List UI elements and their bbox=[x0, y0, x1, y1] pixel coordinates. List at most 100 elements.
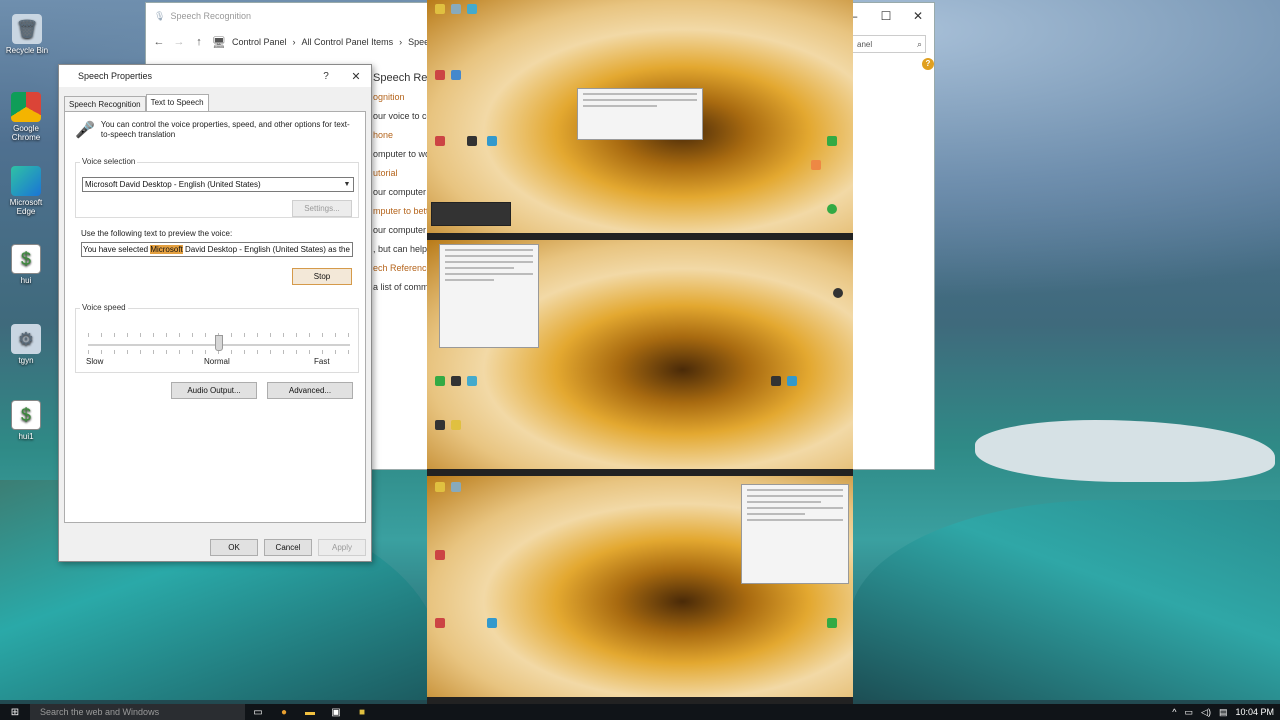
network-icon[interactable]: ▭ bbox=[1185, 707, 1194, 718]
recycle-bin-icon: 🗑 bbox=[12, 14, 42, 44]
desktop-hill-right bbox=[850, 500, 1280, 700]
desktop-icon-hui[interactable]: $ hui bbox=[1, 244, 51, 285]
desktop-icon-chrome[interactable]: Google Chrome bbox=[1, 92, 51, 142]
stop-button[interactable]: Stop bbox=[292, 268, 352, 285]
dialog-titlebar: Speech Properties ? ✕ bbox=[59, 65, 371, 87]
link-set-up-microphone[interactable]: hone bbox=[373, 126, 428, 145]
voice-speed-label: Voice speed bbox=[80, 303, 128, 312]
task-view-icon[interactable]: ▭ bbox=[245, 704, 271, 720]
content-heading: Speech Reco bbox=[373, 72, 428, 84]
desktop-icon-label: Microsoft Edge bbox=[9, 198, 43, 216]
spreadsheet-icon: $ bbox=[11, 400, 41, 430]
mini-taskbar bbox=[427, 697, 853, 704]
speed-fast-label: Fast bbox=[314, 357, 330, 366]
help-question-icon[interactable]: ? bbox=[311, 71, 341, 82]
store-icon[interactable]: ▣ bbox=[323, 704, 349, 720]
apply-button[interactable]: Apply bbox=[318, 539, 366, 556]
voice-select[interactable]: Microsoft David Desktop - English (Unite… bbox=[82, 177, 354, 192]
chevron-right-icon: › bbox=[399, 37, 403, 47]
app-icon bbox=[435, 376, 445, 386]
cancel-button[interactable]: Cancel bbox=[264, 539, 312, 556]
windows-start-icon[interactable]: ⊞ bbox=[0, 707, 30, 718]
chevron-up-icon[interactable]: ^ bbox=[1172, 707, 1176, 717]
app-icon bbox=[787, 376, 797, 386]
close-icon[interactable]: ✕ bbox=[341, 70, 371, 83]
app-icon bbox=[467, 136, 477, 146]
intro-text: You can control the voice properties, sp… bbox=[100, 120, 350, 139]
preview-text-input[interactable]: You have selected Microsoft David Deskto… bbox=[81, 242, 353, 257]
file-explorer-icon[interactable]: ▬ bbox=[297, 704, 323, 720]
advanced-button[interactable]: Advanced... bbox=[267, 382, 353, 399]
window-icon: 🎙 bbox=[154, 10, 166, 21]
microphone-icon: 🎤 bbox=[75, 122, 95, 139]
taskbar-app-icon[interactable]: ■ bbox=[349, 704, 375, 720]
text-to-speech-panel: 🎤 You can control the voice properties, … bbox=[64, 111, 366, 523]
clock[interactable]: 10:04 PM bbox=[1235, 707, 1274, 717]
spreadsheet-icon: $ bbox=[11, 244, 41, 274]
intro-section: 🎤 You can control the voice properties, … bbox=[75, 120, 355, 146]
taskbar-app-icon[interactable]: ● bbox=[271, 704, 297, 720]
close-icon[interactable]: ✕ bbox=[902, 9, 934, 23]
desktop-icon-label: hui1 bbox=[18, 432, 34, 441]
search-icon: ⌕ bbox=[916, 38, 922, 49]
app-icon bbox=[467, 376, 477, 386]
breadcrumb-all-items[interactable]: All Control Panel Items bbox=[302, 37, 394, 47]
desktop-icon-recycle-bin[interactable]: 🗑 Recycle Bin bbox=[2, 14, 52, 55]
maximize-icon[interactable]: ☐ bbox=[870, 9, 902, 23]
app-icon bbox=[451, 482, 461, 492]
dialog-title: Speech Properties bbox=[78, 71, 153, 81]
up-arrow-icon[interactable]: ↑ bbox=[192, 36, 206, 48]
app-icon bbox=[435, 482, 445, 492]
mini-dialog bbox=[439, 244, 539, 348]
search-input[interactable]: anel ⌕ bbox=[852, 35, 926, 53]
breadcrumb-control-panel[interactable]: Control Panel bbox=[232, 37, 287, 47]
edge-icon bbox=[11, 166, 41, 196]
speed-slider-thumb[interactable] bbox=[215, 335, 223, 351]
speech-properties-dialog: Speech Properties ? ✕ Speech Recognition… bbox=[58, 64, 372, 562]
app-icon bbox=[833, 288, 843, 298]
mini-dialog bbox=[741, 484, 849, 584]
desktop-lake bbox=[975, 420, 1275, 482]
desktop-icon-edge[interactable]: Microsoft Edge bbox=[1, 166, 51, 216]
tab-text-to-speech[interactable]: Text to Speech bbox=[145, 94, 209, 111]
window-title: Speech Recognition bbox=[170, 11, 251, 21]
link-speech-tutorial[interactable]: utorial bbox=[373, 164, 428, 183]
voice-selection-group: Voice selection Microsoft David Desktop … bbox=[75, 157, 359, 218]
volume-icon[interactable]: ◁) bbox=[1201, 707, 1211, 718]
speed-normal-label: Normal bbox=[204, 357, 230, 366]
link-description: our voice to contr bbox=[373, 111, 428, 121]
back-arrow-icon[interactable]: ← bbox=[152, 36, 166, 48]
tab-speech-recognition[interactable]: Speech Recognition bbox=[64, 96, 146, 111]
taskbar-search-input[interactable]: Search the web and Windows bbox=[30, 704, 245, 720]
app-icon bbox=[435, 618, 445, 628]
message-icon[interactable]: ▤ bbox=[1219, 707, 1228, 718]
audio-output-button[interactable]: Audio Output... bbox=[171, 382, 257, 399]
desktop-icon-label: hui bbox=[20, 276, 32, 285]
help-icon[interactable]: ? bbox=[922, 58, 934, 70]
desktop-icon-tgyn[interactable]: ⚙ tgyn bbox=[1, 324, 51, 365]
link-start-speech-recognition[interactable]: ognition bbox=[373, 88, 428, 107]
link-train-computer[interactable]: mputer to better bbox=[373, 202, 428, 221]
desktop-icon-hui1[interactable]: $ hui1 bbox=[1, 400, 51, 441]
app-icon bbox=[451, 376, 461, 386]
app-icon bbox=[435, 4, 445, 14]
link-speech-reference-card[interactable]: ech Reference C bbox=[373, 259, 428, 278]
settings-button[interactable]: Settings... bbox=[292, 200, 352, 217]
control-panel-content: Speech Reco ognition our voice to contr … bbox=[373, 69, 428, 297]
app-icon bbox=[827, 618, 837, 628]
app-icon bbox=[827, 136, 837, 146]
ok-button[interactable]: OK bbox=[210, 539, 258, 556]
app-icon bbox=[771, 376, 781, 386]
app-icon bbox=[435, 420, 445, 430]
app-icon bbox=[435, 70, 445, 80]
desktop-icon-label: Recycle Bin bbox=[5, 46, 49, 55]
mini-notification bbox=[431, 202, 511, 226]
voice-speed-group: Voice speed Slow Normal Fast bbox=[75, 303, 359, 373]
forward-arrow-icon[interactable]: → bbox=[172, 36, 186, 48]
mini-taskbar bbox=[427, 233, 853, 240]
preview-highlight: Microsoft bbox=[150, 245, 183, 254]
app-icon bbox=[827, 204, 837, 214]
app-icon bbox=[451, 4, 461, 14]
app-icon bbox=[467, 4, 477, 14]
voice-selection-label: Voice selection bbox=[80, 157, 138, 166]
